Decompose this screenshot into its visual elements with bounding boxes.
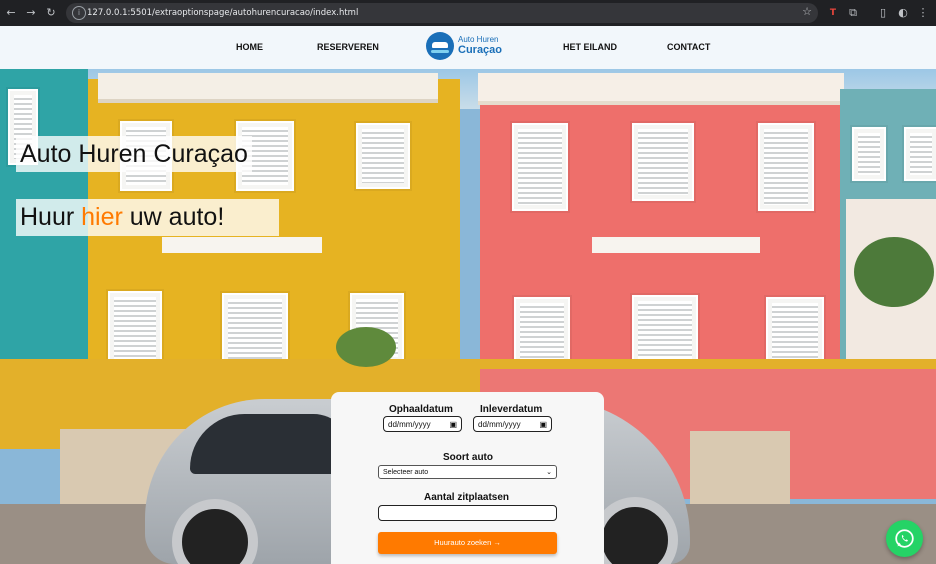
- hero-subtitle-start: Huur: [20, 203, 82, 231]
- balcony: [592, 237, 760, 253]
- profile-icon[interactable]: ◐: [896, 5, 910, 21]
- whatsapp-icon: [895, 529, 914, 548]
- window: [512, 123, 568, 211]
- chevron-down-icon: ⌄: [546, 469, 552, 476]
- return-date-placeholder: dd/mm/yyyy: [478, 420, 521, 429]
- address-bar[interactable]: i 127.0.0.1:5501/extraoptionspage/autohu…: [66, 3, 818, 23]
- back-icon[interactable]: ←: [4, 5, 18, 21]
- reload-icon[interactable]: ↻: [44, 5, 58, 21]
- pickup-date-label: Ophaaldatum: [389, 404, 453, 415]
- car-window: [190, 414, 350, 474]
- search-car-button[interactable]: Huurauto zoeken →: [378, 532, 557, 554]
- seats-input[interactable]: [378, 505, 557, 521]
- window: [758, 123, 814, 211]
- hero-subtitle: Huur hier uw auto!: [16, 199, 279, 236]
- plant: [336, 327, 396, 367]
- seats-label: Aantal zitplaatsen: [424, 492, 510, 503]
- yellow-building-roof: [98, 73, 438, 103]
- site-header: HOME RESERVEREN Auto Huren Curaçao HET E…: [0, 26, 936, 69]
- site-info-icon[interactable]: i: [72, 6, 86, 20]
- sidepanel-icon[interactable]: ▯: [876, 5, 890, 21]
- pickup-date-input[interactable]: dd/mm/yyyy ▣: [383, 416, 462, 432]
- return-date-input[interactable]: dd/mm/yyyy ▣: [473, 416, 552, 432]
- whatsapp-button[interactable]: [886, 520, 923, 557]
- pickup-date-placeholder: dd/mm/yyyy: [388, 420, 431, 429]
- car-type-select[interactable]: Selecteer auto ⌄: [378, 465, 557, 479]
- window: [904, 127, 936, 181]
- hero-subtitle-accent: hier: [81, 203, 123, 231]
- logo-line-1: Auto Huren: [458, 35, 499, 44]
- window: [222, 293, 288, 367]
- forward-icon[interactable]: →: [24, 5, 38, 21]
- return-date-label: Inleverdatum: [480, 404, 543, 415]
- puzzle-icon[interactable]: ⧉: [846, 5, 860, 21]
- hero-subtitle-end: uw auto!: [122, 203, 225, 231]
- extension-icon[interactable]: T: [826, 5, 840, 21]
- nav-reserveren[interactable]: RESERVEREN: [317, 26, 379, 69]
- car-type-label: Soort auto: [443, 452, 493, 463]
- window: [356, 123, 410, 189]
- nav-contact[interactable]: CONTACT: [667, 26, 710, 69]
- menu-icon[interactable]: ⋮: [916, 5, 930, 21]
- car-type-selected: Selecteer auto: [383, 469, 429, 476]
- booking-form: Ophaaldatum Inleverdatum dd/mm/yyyy ▣ dd…: [331, 392, 604, 564]
- url-text: 127.0.0.1:5501/extraoptionspage/autohure…: [87, 8, 359, 18]
- calendar-icon[interactable]: ▣: [539, 417, 547, 433]
- balcony: [162, 237, 322, 253]
- plant: [854, 237, 934, 307]
- window: [852, 127, 886, 181]
- calendar-icon[interactable]: ▣: [449, 417, 457, 433]
- window: [632, 123, 694, 201]
- logo-badge-icon: [426, 32, 454, 60]
- stairs: [690, 431, 790, 505]
- browser-toolbar: ← → ↻ i 127.0.0.1:5501/extraoptionspage/…: [0, 0, 936, 26]
- nav-home[interactable]: HOME: [236, 26, 263, 69]
- hero-title: Auto Huren Curaçao: [16, 136, 252, 172]
- logo-line-2: Curaçao: [458, 44, 503, 56]
- pink-building-roof: [478, 73, 844, 105]
- nav-het-eiland[interactable]: HET EILAND: [563, 26, 617, 69]
- bookmark-star-icon[interactable]: ☆: [802, 5, 812, 18]
